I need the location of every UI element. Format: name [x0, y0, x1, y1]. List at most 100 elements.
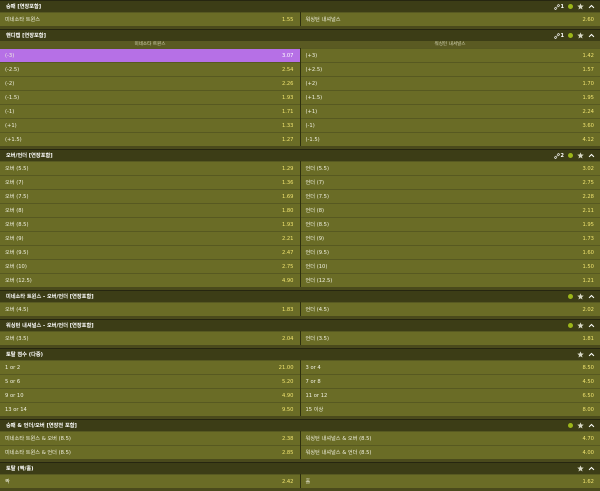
odds-button[interactable]: 미네소타 트윈스 & 오버 (8.5)2.38 — [0, 431, 300, 445]
odds-button[interactable]: 미네소타 트윈스1.55 — [0, 12, 300, 26]
odds-value: 2.42 — [282, 479, 294, 485]
favorite-star-icon[interactable] — [577, 422, 584, 429]
odds-button[interactable]: (+1)1.33 — [0, 118, 300, 132]
odds-button[interactable]: 미네소타 트윈스 & 언더 (8.5)2.85 — [0, 445, 300, 459]
odds-button[interactable]: 워싱턴 내셔널스2.60 — [301, 12, 600, 26]
odds-button[interactable]: (-2.5)2.54 — [0, 62, 300, 76]
odds-button[interactable]: 11 or 126.50 — [301, 388, 600, 402]
team-name: 미네소타 트윈스 — [0, 41, 300, 48]
market-header[interactable]: 승패 & 언더/오버 [연장전 포함] — [0, 419, 600, 431]
odds-button[interactable]: (+1.5)1.95 — [301, 90, 600, 104]
odds-value: 1.95 — [582, 222, 594, 228]
odds-button[interactable]: 언더 (3.5)1.81 — [301, 331, 600, 345]
odds-button[interactable]: 1 or 221.00 — [0, 360, 300, 374]
odds-value: 4.12 — [582, 137, 594, 143]
favorite-star-icon[interactable] — [577, 322, 584, 329]
odds-button[interactable]: 9 or 104.90 — [0, 388, 300, 402]
linked-markets-count[interactable]: 1 — [554, 33, 564, 39]
market-header[interactable]: 오버/언더 [연장포함]2 — [0, 149, 600, 161]
odds-grid: 짝2.42홀1.62 — [0, 474, 600, 488]
odds-value: 2.54 — [282, 67, 294, 73]
odds-button[interactable]: 오버 (8)1.80 — [0, 203, 300, 217]
chevron-up-icon[interactable] — [588, 3, 595, 10]
odds-button[interactable]: 워싱턴 내셔널스 & 언더 (8.5)4.00 — [301, 445, 600, 459]
odds-button[interactable]: 오버 (9.5)2.47 — [0, 245, 300, 259]
odds-button[interactable]: (+2)1.70 — [301, 76, 600, 90]
odds-button[interactable]: 오버 (7.5)1.69 — [0, 189, 300, 203]
linked-markets-count[interactable]: 2 — [554, 153, 564, 159]
odds-button[interactable]: 오버 (10)2.75 — [0, 259, 300, 273]
odds-grid: 오버 (5.5)1.29오버 (7)1.36오버 (7.5)1.69오버 (8)… — [0, 161, 600, 287]
odds-button[interactable]: 15 이상8.00 — [301, 402, 600, 416]
odds-button[interactable]: 언더 (10)1.50 — [301, 259, 600, 273]
odds-button[interactable]: 3 or 48.50 — [301, 360, 600, 374]
odds-value: 2.85 — [282, 450, 294, 456]
chevron-up-icon[interactable] — [588, 293, 595, 300]
odds-button[interactable]: 언더 (9)1.73 — [301, 231, 600, 245]
odds-button[interactable]: 언더 (7.5)2.28 — [301, 189, 600, 203]
odds-button[interactable]: 오버 (8.5)1.93 — [0, 217, 300, 231]
odds-button[interactable]: 짝2.42 — [0, 474, 300, 488]
selection-label: (+1.5) — [306, 95, 323, 101]
odds-button[interactable]: 5 or 65.20 — [0, 374, 300, 388]
odds-button[interactable]: 워싱턴 내셔널스 & 오버 (8.5)4.70 — [301, 431, 600, 445]
odds-button[interactable]: 7 or 84.50 — [301, 374, 600, 388]
odds-value: 2.26 — [282, 81, 294, 87]
market-header[interactable]: 미네소타 트윈스 - 오버/언더 [연장포함] — [0, 290, 600, 302]
header-icons — [568, 422, 600, 429]
odds-button[interactable]: 언더 (8)2.11 — [301, 203, 600, 217]
chevron-up-icon[interactable] — [588, 32, 595, 39]
selection-label: (+2) — [306, 81, 318, 87]
odds-button[interactable]: (-1)1.71 — [0, 104, 300, 118]
favorite-star-icon[interactable] — [577, 32, 584, 39]
odds-button[interactable]: 홀1.62 — [301, 474, 600, 488]
chevron-up-icon[interactable] — [588, 422, 595, 429]
odds-value: 1.80 — [282, 208, 294, 214]
odds-button[interactable]: 오버 (9)2.21 — [0, 231, 300, 245]
odds-button[interactable]: 언더 (4.5)2.02 — [301, 302, 600, 316]
market-section: 오버/언더 [연장포함]2오버 (5.5)1.29오버 (7)1.36오버 (7… — [0, 149, 600, 290]
status-dot-icon — [568, 4, 573, 9]
odds-button[interactable]: 언더 (9.5)1.60 — [301, 245, 600, 259]
odds-button[interactable]: 오버 (12.5)4.90 — [0, 273, 300, 287]
linked-markets-count[interactable]: 1 — [554, 4, 564, 10]
odds-button[interactable]: 언더 (8.5)1.95 — [301, 217, 600, 231]
odds-button[interactable]: (+1)2.24 — [301, 104, 600, 118]
odds-button[interactable]: (-2)2.26 — [0, 76, 300, 90]
market-header[interactable]: 토탈 점수 (다중) — [0, 348, 600, 360]
market-header[interactable]: 토탈 (짝/홀) — [0, 462, 600, 474]
chevron-up-icon[interactable] — [588, 152, 595, 159]
favorite-star-icon[interactable] — [577, 465, 584, 472]
odds-button[interactable]: (-1.5)4.12 — [301, 132, 600, 146]
chevron-up-icon[interactable] — [588, 351, 595, 358]
market-header[interactable]: 워싱턴 내셔널스 - 오버/언더 [연장포함] — [0, 319, 600, 331]
favorite-star-icon[interactable] — [577, 293, 584, 300]
odds-button[interactable]: 언더 (12.5)1.21 — [301, 273, 600, 287]
odds-button[interactable]: 13 or 149.50 — [0, 402, 300, 416]
odds-button[interactable]: (+3)1.42 — [301, 48, 600, 62]
market-header[interactable]: 핸디캡 [연장포함]1 — [0, 29, 600, 41]
selection-label: (-1) — [5, 109, 14, 115]
chevron-up-icon[interactable] — [588, 465, 595, 472]
odds-value: 1.50 — [582, 264, 594, 270]
odds-value: 3.07 — [282, 53, 294, 59]
odds-button[interactable]: 오버 (7)1.36 — [0, 175, 300, 189]
odds-button[interactable]: 오버 (3.5)2.04 — [0, 331, 300, 345]
odds-button[interactable]: 언더 (5.5)3.02 — [301, 161, 600, 175]
chevron-up-icon[interactable] — [588, 322, 595, 329]
odds-button[interactable]: 오버 (4.5)1.83 — [0, 302, 300, 316]
odds-column: 미네소타 트윈스1.55 — [0, 12, 300, 26]
odds-button[interactable]: (+2.5)1.57 — [301, 62, 600, 76]
odds-button[interactable]: (-1.5)1.93 — [0, 90, 300, 104]
odds-button[interactable]: 언더 (7)2.75 — [301, 175, 600, 189]
odds-button[interactable]: (-1)3.60 — [301, 118, 600, 132]
market-section: 핸디캡 [연장포함]1미네소타 트윈스워싱턴 내셔널스(-3)3.07(-2.5… — [0, 29, 600, 149]
odds-button[interactable]: (-3)3.07 — [0, 48, 300, 62]
favorite-star-icon[interactable] — [577, 351, 584, 358]
odds-column: (+3)1.42(+2.5)1.57(+2)1.70(+1.5)1.95(+1)… — [300, 48, 600, 146]
favorite-star-icon[interactable] — [577, 152, 584, 159]
odds-button[interactable]: 오버 (5.5)1.29 — [0, 161, 300, 175]
market-header[interactable]: 승패 [연장포함]1 — [0, 0, 600, 12]
odds-button[interactable]: (+1.5)1.27 — [0, 132, 300, 146]
favorite-star-icon[interactable] — [577, 3, 584, 10]
